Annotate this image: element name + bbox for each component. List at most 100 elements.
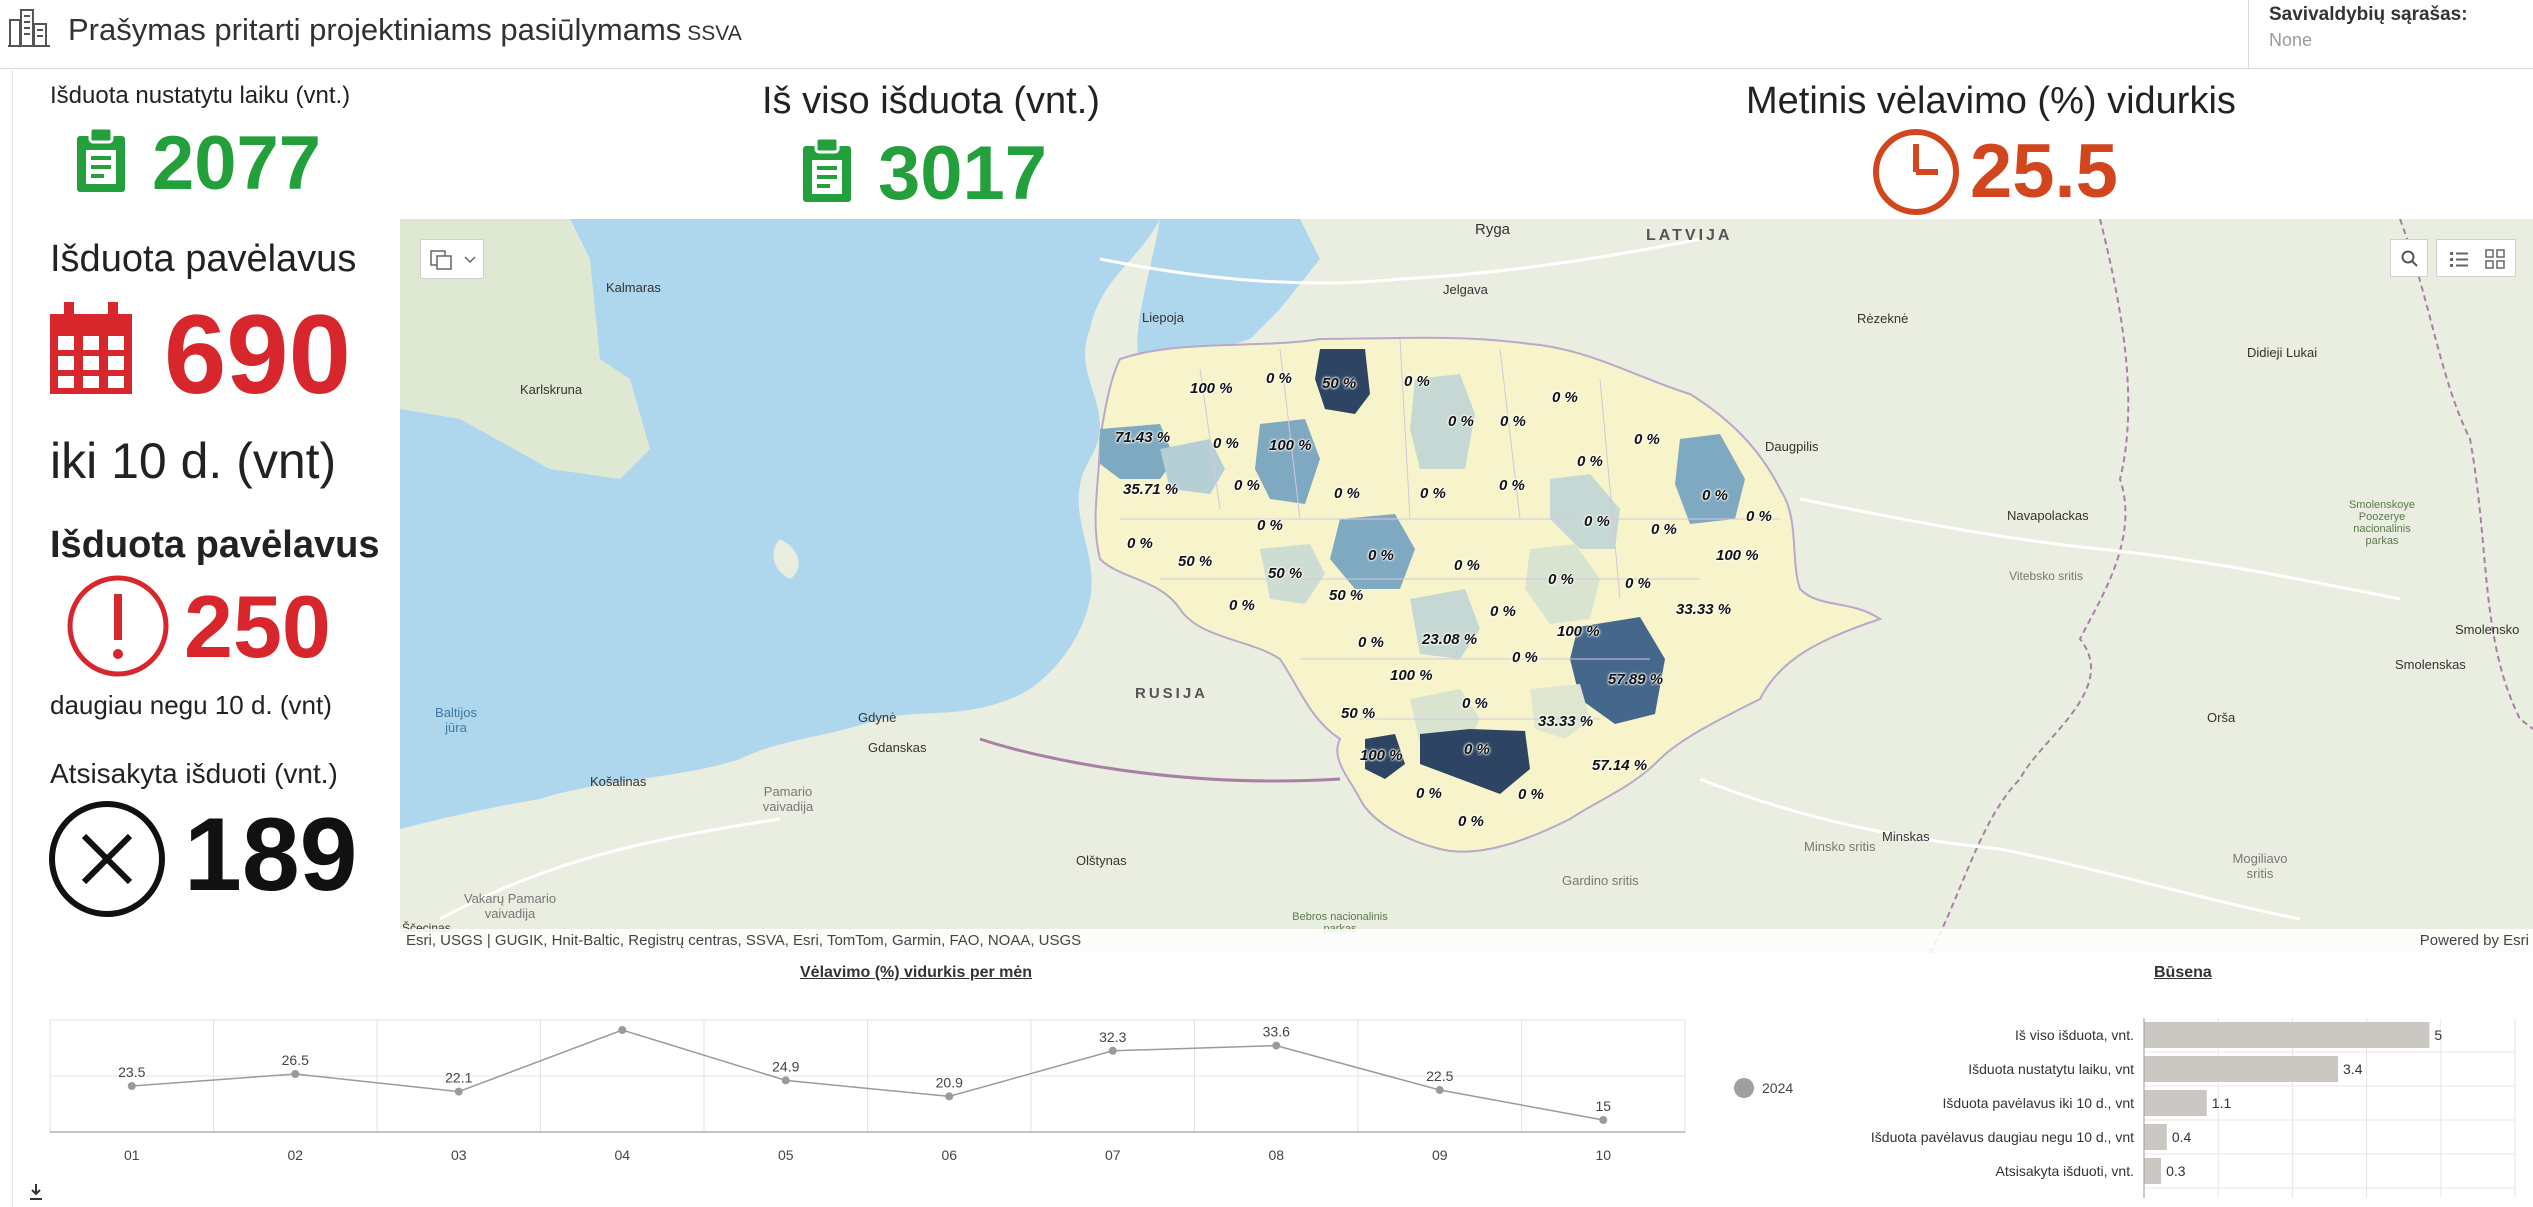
map-percent-label: 0 % <box>1499 477 1525 494</box>
map-tools-group <box>420 239 484 279</box>
search-icon <box>2401 250 2418 267</box>
attribution-text[interactable]: Esri, USGS | GUGIK, Hnit-Baltic, Registr… <box>406 932 1081 949</box>
x-tick-label: 10 <box>1595 1147 1611 1163</box>
map-label-city: Smolensko <box>2455 622 2520 637</box>
x-tick-label: 08 <box>1268 1147 1284 1163</box>
map-percent-label: 0 % <box>1127 535 1153 552</box>
clipboard-icon <box>77 126 125 192</box>
data-point[interactable] <box>291 1070 300 1078</box>
map-percent-label: 0 % <box>1584 513 1610 530</box>
legend-swatch[interactable] <box>1734 1078 1754 1098</box>
data-label: 33.6 <box>1263 1024 1290 1040</box>
map-label-region: Gardino sritis <box>1562 873 1639 888</box>
data-point[interactable] <box>127 1082 136 1090</box>
map-percent-label: 100 % <box>1557 623 1600 640</box>
x-tick-label: 01 <box>124 1147 140 1163</box>
map-label-city: Gdanskas <box>868 740 927 755</box>
side-panel-edge[interactable] <box>0 70 13 1207</box>
list-icon[interactable] <box>2449 250 2469 268</box>
map-label-region: Minsko sritis <box>1804 839 1876 854</box>
value-label: 1.1 <box>2212 1095 2232 1111</box>
page-title: Prašymas pritarti projektiniams pasiūlym… <box>68 12 742 48</box>
data-label: 23.5 <box>118 1064 145 1080</box>
map-label-city: Navapolackas <box>2007 508 2089 523</box>
map-percent-label: 0 % <box>1464 741 1490 758</box>
map-label-city: Daugpilis <box>1765 439 1819 454</box>
bar[interactable] <box>2144 1022 2430 1048</box>
kpi-late-10-value: 690 <box>164 292 351 417</box>
map-percent-label: 0 % <box>1462 695 1488 712</box>
x-tick-label: 06 <box>941 1147 957 1163</box>
kpi-refused-value: 189 <box>184 797 358 913</box>
page-subtitle: SSVA <box>687 22 742 45</box>
data-label: 26.5 <box>282 1052 309 1068</box>
map-percent-label: 0 % <box>1702 487 1728 504</box>
kpi-delay-label: Metinis vėlavimo (%) vidurkis <box>1746 80 2236 122</box>
map-percent-label: 50 % <box>1341 705 1376 722</box>
map-percent-label: 0 % <box>1651 521 1677 538</box>
bar[interactable] <box>2144 1056 2339 1082</box>
map-percent-label: 0 % <box>1548 571 1574 588</box>
map-label-region: Vitebsko sritis <box>2009 569 2083 583</box>
legend-grid-icon[interactable] <box>2485 249 2505 269</box>
map-label-region: Mogiliavo sritis <box>2232 851 2288 881</box>
map-attribution: Esri, USGS | GUGIK, Hnit-Baltic, Registr… <box>400 929 2533 953</box>
data-point[interactable] <box>1108 1046 1117 1055</box>
map-percent-label: 0 % <box>1634 431 1660 448</box>
map-view[interactable]: Ryga LATVIJA Kalmaras Liepoja Jelgava Rė… <box>400 219 2533 953</box>
layers-icon[interactable] <box>430 250 452 270</box>
map-search-button[interactable] <box>2390 239 2428 277</box>
chevron-down-icon[interactable] <box>463 253 477 267</box>
kpi-late-10-label: Išduota pavėlavus <box>50 238 357 280</box>
map-label-park: Smolenskoye Poozerye nacionalinis parkas <box>2348 499 2416 547</box>
data-point[interactable] <box>454 1087 463 1096</box>
kpi-on-time-value: 2077 <box>152 121 322 206</box>
map-label-country: RUSIJA <box>1135 685 1209 702</box>
value-label: 0.3 <box>2166 1163 2186 1179</box>
bar[interactable] <box>2144 1090 2207 1116</box>
map-percent-label: 100 % <box>1360 747 1403 764</box>
map-percent-label: 0 % <box>1420 485 1446 502</box>
map-percent-label: 0 % <box>1229 597 1255 614</box>
data-point[interactable] <box>618 1026 627 1034</box>
selector-label: Savivaldybių sąrašas: <box>2269 4 2468 25</box>
bar[interactable] <box>2144 1124 2167 1150</box>
map-label-city: Košalinas <box>590 774 647 789</box>
data-point[interactable] <box>1599 1116 1608 1124</box>
map-label-city: Kalmaras <box>606 280 661 295</box>
map-label-city: Liepoja <box>1142 310 1184 325</box>
powered-by-link[interactable]: Powered by Esri <box>2420 932 2529 949</box>
map-view-tools <box>2436 239 2516 277</box>
map-percent-label: 0 % <box>1257 517 1283 534</box>
municipality-selector[interactable]: Savivaldybių sąrašas: None <box>2248 0 2533 68</box>
kpi-late-more-value: 250 <box>184 577 331 676</box>
bar[interactable] <box>2144 1158 2162 1184</box>
data-point[interactable] <box>1272 1041 1281 1050</box>
line-chart-title: Vėlavimo (%) vidurkis per mėn <box>800 964 1033 981</box>
category-label: Išduota pavėlavus iki 10 d., vnt <box>1943 1095 2135 1111</box>
map-label-city: Minskas <box>1882 829 1930 844</box>
map-percent-label: 0 % <box>1266 370 1292 387</box>
map-percent-label: 0 % <box>1454 557 1480 574</box>
cross-circle-icon <box>49 801 165 917</box>
map-percent-label: 0 % <box>1746 508 1772 525</box>
download-icon[interactable] <box>28 1183 44 1201</box>
bar-chart-title: Būsena <box>2154 964 2212 981</box>
map-percent-label: 0 % <box>1625 575 1651 592</box>
map-label-city: Gdynė <box>858 710 897 725</box>
page-title-text: Prašymas pritarti projektiniams pasiūlym… <box>68 12 682 47</box>
map-percent-label: 0 % <box>1458 813 1484 830</box>
data-point[interactable] <box>945 1092 954 1101</box>
selector-value[interactable]: None <box>2269 30 2312 51</box>
map-percent-label: 0 % <box>1416 785 1442 802</box>
map-percent-label: 0 % <box>1552 389 1578 406</box>
map-label-region: Pamario vaivadija <box>762 784 814 814</box>
x-tick-label: 09 <box>1432 1147 1448 1163</box>
kpi-delay-value: 25.5 <box>1970 129 2118 214</box>
data-point[interactable] <box>1435 1086 1444 1094</box>
kpi-late-more-sublabel: daugiau negu 10 d. (vnt) <box>50 690 332 720</box>
map-percent-label: 0 % <box>1448 413 1474 430</box>
category-label: Išduota pavėlavus daugiau negu 10 d., vn… <box>1871 1129 2134 1145</box>
map-percent-label: 71.43 % <box>1115 429 1171 446</box>
data-point[interactable] <box>781 1076 790 1085</box>
